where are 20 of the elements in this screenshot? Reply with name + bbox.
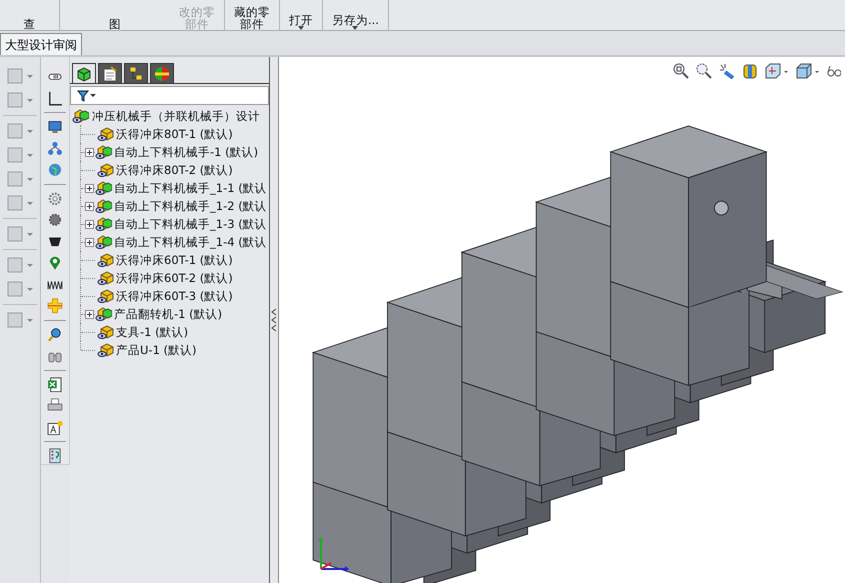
tree-item[interactable]: 自动上下料机械手_1-1 (默认 bbox=[114, 180, 267, 196]
toolbar-button[interactable]: 打开 bbox=[280, 0, 323, 30]
tree-root-label[interactable]: 冲压机械手（并联机械手）设计 bbox=[92, 108, 260, 124]
tree-item[interactable]: 自动上下料机械手_1-2 (默认 bbox=[114, 198, 267, 214]
toolbar-button[interactable]: 查 bbox=[0, 0, 60, 30]
tree-item[interactable]: 自动上下料机械手_1-4 (默认 bbox=[114, 234, 267, 250]
tree-item[interactable]: 沃得冲床60T-3 (默认) bbox=[116, 288, 233, 304]
tree-item[interactable]: 产品翻转机-1 (默认) bbox=[114, 306, 222, 322]
tree-item[interactable]: 沃得冲床60T-1 (默认) bbox=[116, 252, 233, 268]
tree-item[interactable]: 沃得冲床60T-2 (默认) bbox=[116, 270, 233, 286]
tree-item[interactable]: 沃得冲床80T-1 (默认) bbox=[116, 126, 233, 142]
toolbar-button[interactable]: 另存为... bbox=[323, 0, 389, 30]
toolbar-button[interactable]: 图 bbox=[60, 0, 170, 30]
tree-item[interactable]: 支具-1 (默认) bbox=[116, 324, 188, 340]
toolbar-button[interactable]: 藏的零 部件 bbox=[225, 0, 280, 30]
tree-item[interactable]: 自动上下料机械手_1-3 (默认 bbox=[114, 216, 267, 232]
tree-item[interactable]: 自动上下料机械手-1 (默认) bbox=[114, 144, 258, 160]
tree-item[interactable]: 沃得冲床80T-2 (默认) bbox=[116, 162, 233, 178]
ribbon-tab[interactable]: 大型设计审阅 bbox=[0, 33, 82, 55]
tree-item[interactable]: 产品U-1 (默认) bbox=[116, 342, 197, 358]
